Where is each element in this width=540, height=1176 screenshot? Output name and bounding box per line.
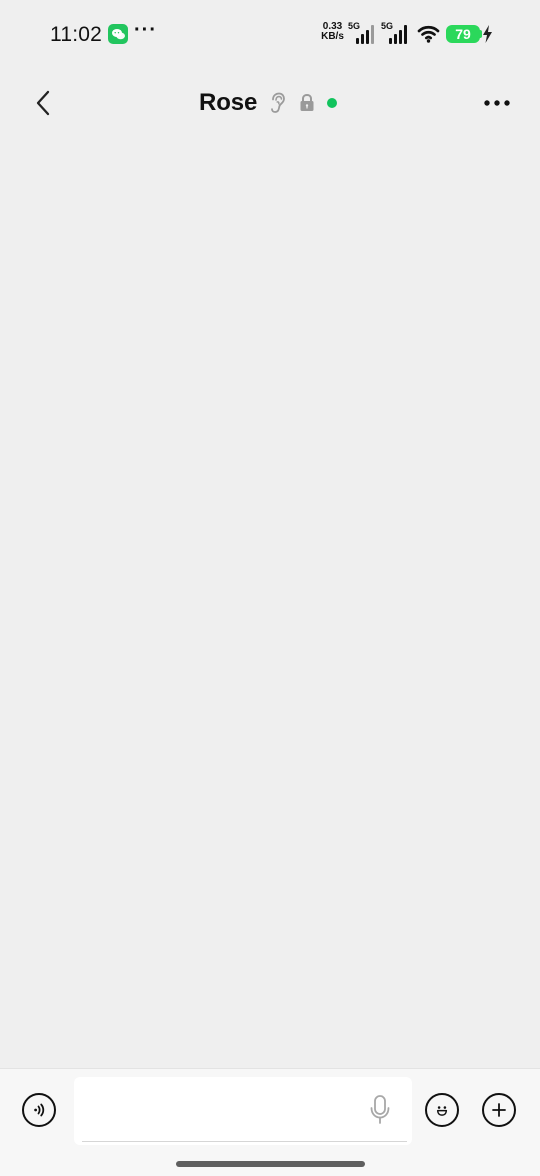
emoji-button[interactable] [425, 1093, 459, 1127]
dictation-button[interactable] [368, 1094, 392, 1126]
padlock-icon [300, 93, 314, 111]
signal-bars-icon [356, 25, 374, 44]
wechat-notification-icon [108, 24, 128, 44]
status-bar: 11:02 ··· 0.33 KB/s 5G 5G 79 [0, 0, 540, 62]
battery-level: 79 [446, 25, 480, 43]
more-options-button[interactable] [480, 89, 514, 117]
signal-bars-icon [389, 25, 407, 44]
plus-icon [492, 1103, 506, 1117]
network-speed: 0.33 KB/s [320, 22, 345, 42]
chat-screen: 11:02 ··· 0.33 KB/s 5G 5G 79 Rose [0, 0, 540, 1176]
smiley-face-icon [436, 1106, 448, 1116]
earpiece-mode-icon [267, 92, 287, 113]
message-list[interactable] [0, 140, 540, 1068]
network-speed-unit: KB/s [321, 31, 344, 42]
online-status-dot [327, 98, 338, 108]
signal-strength-2: 5G [381, 22, 407, 44]
back-button[interactable] [28, 88, 58, 118]
more-horizontal-icon [484, 100, 510, 106]
chat-header: Rose [0, 82, 540, 126]
status-time: 11:02 [50, 23, 102, 46]
chat-title: Rose [199, 89, 258, 116]
voice-message-button[interactable] [22, 1093, 56, 1127]
microphone-icon [370, 1095, 390, 1124]
message-composer [0, 1068, 540, 1176]
input-underline [82, 1141, 407, 1142]
status-more-indicator: ··· [134, 19, 157, 41]
home-indicator[interactable] [176, 1161, 365, 1167]
wifi-icon [417, 25, 440, 43]
sound-wave-icon [34, 1103, 45, 1117]
more-actions-button[interactable] [482, 1093, 516, 1127]
message-input[interactable] [74, 1077, 412, 1145]
chevron-left-icon [36, 90, 50, 116]
chat-bubbles-icon [111, 28, 125, 39]
chat-title-group: Rose [199, 88, 338, 118]
lock-icon [297, 93, 317, 113]
charging-bolt-icon [483, 25, 492, 43]
signal-strength-1: 5G [348, 22, 374, 44]
ear-icon [271, 92, 286, 113]
